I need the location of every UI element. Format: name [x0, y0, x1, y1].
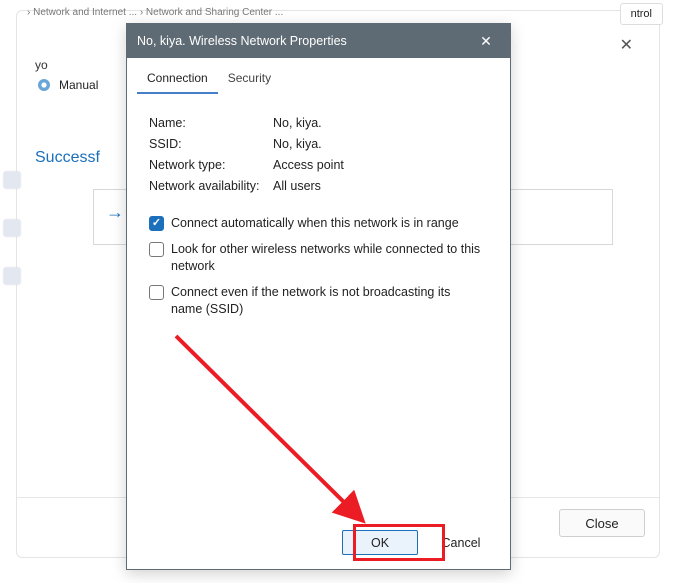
prop-label-avail: Network availability: [149, 179, 273, 193]
wireless-properties-dialog: No, kiya. Wireless Network Properties ✕ … [126, 23, 511, 570]
success-heading: Successf [35, 149, 132, 167]
breadcrumb: › Network and Internet ... › Network and… [17, 5, 659, 21]
checkbox-hidden-ssid[interactable] [149, 285, 164, 300]
blurry-icon [3, 267, 21, 285]
tabs: Connection Security [127, 58, 510, 94]
prop-label-name: Name: [149, 116, 273, 130]
wizard-content: yo Manual Successf [17, 56, 132, 167]
close-icon[interactable]: ✕ [620, 35, 633, 55]
arrow-right-icon: → [106, 202, 124, 223]
titlebar: No, kiya. Wireless Network Properties ✕ [127, 24, 510, 58]
blurry-icon [3, 171, 21, 189]
back-label[interactable]: Manual [59, 78, 98, 92]
control-fragment: ntrol [620, 3, 663, 25]
blurry-icon [3, 219, 21, 237]
prop-value-name: No, kiya. [273, 116, 322, 130]
prop-value-nettype: Access point [273, 158, 344, 172]
text-fragment: yo [35, 58, 48, 72]
tab-connection[interactable]: Connection [137, 66, 218, 94]
close-icon[interactable]: ✕ [472, 33, 500, 50]
prop-value-avail: All users [273, 179, 321, 193]
cancel-button[interactable]: Cancel [428, 530, 494, 555]
ok-button[interactable]: OK [342, 530, 418, 555]
prop-label-ssid: SSID: [149, 137, 273, 151]
checkbox-group: Connect automatically when this network … [149, 215, 488, 317]
prop-label-nettype: Network type: [149, 158, 273, 172]
checkbox-label-hidden: Connect even if the network is not broad… [171, 284, 488, 318]
checkbox-label-auto: Connect automatically when this network … [171, 215, 488, 232]
properties-table: Name: No, kiya. SSID: No, kiya. Network … [149, 116, 488, 193]
gear-icon [35, 76, 53, 94]
sidebar-icons [3, 171, 21, 285]
checkbox-label-look: Look for other wireless networks while c… [171, 241, 488, 275]
checkbox-auto-connect[interactable] [149, 216, 164, 231]
tab-security[interactable]: Security [218, 66, 281, 94]
dialog-button-row: OK Cancel [342, 530, 494, 555]
dialog-title: No, kiya. Wireless Network Properties [137, 34, 472, 48]
checkbox-look-other[interactable] [149, 242, 164, 257]
prop-value-ssid: No, kiya. [273, 137, 322, 151]
close-button[interactable]: Close [559, 509, 645, 537]
